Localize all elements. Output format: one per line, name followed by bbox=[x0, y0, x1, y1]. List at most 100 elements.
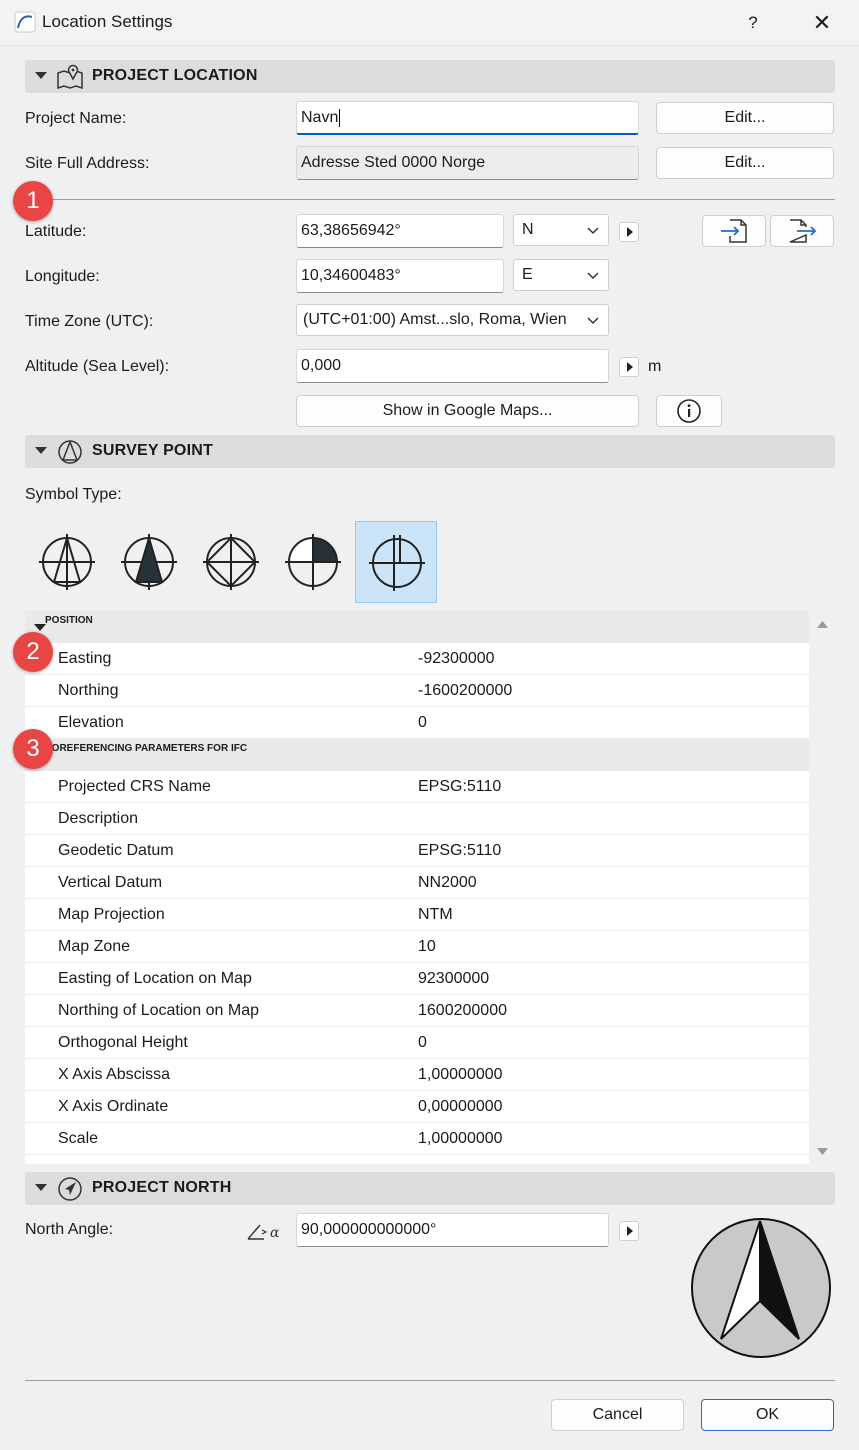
table-row[interactable]: Northing -1600200000 bbox=[25, 675, 809, 707]
text-cursor bbox=[339, 108, 341, 127]
info-icon bbox=[677, 399, 701, 423]
row-value[interactable]: NTM bbox=[418, 899, 453, 931]
import-location-button[interactable] bbox=[702, 215, 766, 247]
site-address-field[interactable]: Adresse Sted 0000 Norge bbox=[296, 146, 639, 180]
row-value[interactable]: 1,00000000 bbox=[418, 1059, 503, 1091]
table-row[interactable]: X Axis Ordinate 0,00000000 bbox=[25, 1091, 809, 1123]
project-name-input[interactable]: Navn bbox=[296, 101, 639, 135]
collapse-triangle-icon[interactable] bbox=[35, 72, 47, 79]
collapse-triangle-icon[interactable] bbox=[35, 1184, 47, 1191]
section-survey-point[interactable]: SURVEY POINT bbox=[25, 435, 835, 468]
group-collapse-icon[interactable] bbox=[34, 624, 46, 631]
row-key: Map Zone bbox=[58, 938, 131, 955]
table-row[interactable]: Elevation 0 bbox=[25, 707, 809, 739]
table-row[interactable]: Geodetic Datum EPSG:5110 bbox=[25, 835, 809, 867]
symbol-type-label: Symbol Type: bbox=[25, 486, 122, 503]
altitude-arrow-button[interactable] bbox=[619, 357, 639, 377]
table-row[interactable]: Scale 1,00000000 bbox=[25, 1123, 809, 1155]
info-button[interactable] bbox=[656, 395, 722, 427]
project-name-value: Navn bbox=[301, 109, 339, 126]
table-row[interactable]: Northing of Location on Map 1600200000 bbox=[25, 995, 809, 1027]
window-title: Location Settings bbox=[42, 12, 173, 31]
row-value[interactable]: -1600200000 bbox=[418, 675, 512, 707]
table-row[interactable]: Vertical Datum NN2000 bbox=[25, 867, 809, 899]
altitude-label: Altitude (Sea Level): bbox=[25, 358, 170, 375]
table-row[interactable]: Map Projection NTM bbox=[25, 899, 809, 931]
timezone-dropdown[interactable]: (UTC+01:00) Amst...slo, Roma, Wien bbox=[296, 304, 609, 336]
north-angle-arrow-button[interactable] bbox=[619, 1221, 639, 1241]
row-value[interactable]: 0,00000000 bbox=[418, 1091, 503, 1123]
altitude-input[interactable]: 0,000 bbox=[296, 349, 609, 383]
survey-properties-table[interactable]: POSITION Easting -92300000 Northing -160… bbox=[25, 611, 809, 1164]
chevron-down-icon bbox=[587, 227, 599, 235]
latitude-direction-dropdown[interactable]: N bbox=[513, 214, 609, 246]
north-angle-label: North Angle: bbox=[25, 1221, 114, 1238]
scroll-up-arrow-icon[interactable] bbox=[816, 619, 829, 629]
row-value[interactable]: 0 bbox=[418, 707, 427, 739]
timezone-value: (UTC+01:00) Amst...slo, Roma, Wien bbox=[303, 311, 567, 328]
row-value[interactable]: -92300000 bbox=[418, 643, 495, 675]
collapse-triangle-icon[interactable] bbox=[35, 447, 47, 454]
survey-symbol-4[interactable] bbox=[272, 521, 354, 603]
divider bbox=[25, 199, 835, 200]
row-key: Scale bbox=[58, 1130, 99, 1147]
table-row[interactable]: Map Zone 10 bbox=[25, 931, 809, 963]
close-button[interactable]: ✕ bbox=[808, 10, 836, 38]
row-value[interactable]: EPSG:5110 bbox=[418, 835, 501, 867]
survey-symbol-2[interactable] bbox=[108, 521, 190, 603]
edit-project-name-button[interactable]: Edit... bbox=[656, 102, 834, 134]
latitude-label: Latitude: bbox=[25, 223, 87, 240]
table-row[interactable]: X Axis Abscissa 1,00000000 bbox=[25, 1059, 809, 1091]
table-row[interactable]: Easting -92300000 bbox=[25, 643, 809, 675]
edit-site-address-button[interactable]: Edit... bbox=[656, 147, 834, 179]
row-value[interactable]: 1,00000000 bbox=[418, 1123, 503, 1155]
row-value[interactable]: 1600200000 bbox=[418, 995, 507, 1027]
north-angle-input[interactable]: 90,000000000000° bbox=[296, 1213, 609, 1247]
project-name-label: Project Name: bbox=[25, 110, 127, 127]
help-button[interactable]: ? bbox=[740, 10, 766, 36]
scroll-down-arrow-icon[interactable] bbox=[816, 1147, 829, 1157]
row-value[interactable]: 10 bbox=[418, 931, 436, 963]
row-value[interactable]: 92300000 bbox=[418, 963, 489, 995]
chevron-down-icon bbox=[587, 317, 599, 325]
ok-button[interactable]: OK bbox=[701, 1399, 834, 1431]
survey-symbol-diamond-icon bbox=[203, 534, 259, 590]
survey-symbol-triangle-filled-icon bbox=[121, 534, 177, 590]
latitude-arrow-button[interactable] bbox=[619, 222, 639, 242]
survey-symbol-5[interactable] bbox=[355, 521, 437, 603]
show-google-maps-button[interactable]: Show in Google Maps... bbox=[296, 395, 639, 427]
row-key: Easting bbox=[58, 650, 112, 667]
longitude-direction-dropdown[interactable]: E bbox=[513, 259, 609, 291]
table-row[interactable]: Projected CRS Name EPSG:5110 bbox=[25, 771, 809, 803]
table-row[interactable]: Orthogonal Height 0 bbox=[25, 1027, 809, 1059]
row-value[interactable]: NN2000 bbox=[418, 867, 477, 899]
cancel-button[interactable]: Cancel bbox=[551, 1399, 684, 1431]
row-value[interactable]: 0 bbox=[418, 1027, 427, 1059]
section-project-location[interactable]: PROJECT LOCATION bbox=[25, 60, 835, 93]
table-row[interactable]: Description bbox=[25, 803, 809, 835]
title-bar: Location Settings ? ✕ bbox=[0, 0, 859, 46]
map-pin-icon bbox=[57, 64, 83, 90]
export-location-button[interactable] bbox=[770, 215, 834, 247]
longitude-direction-value: E bbox=[522, 266, 533, 283]
group-header-position[interactable]: POSITION bbox=[25, 611, 809, 643]
row-key: Orthogonal Height bbox=[58, 1034, 188, 1051]
import-file-icon bbox=[721, 219, 747, 243]
row-key: Geodetic Datum bbox=[58, 842, 174, 859]
longitude-input[interactable]: 10,34600483° bbox=[296, 259, 504, 293]
longitude-label: Longitude: bbox=[25, 268, 100, 285]
table-row[interactable]: Easting of Location on Map 92300000 bbox=[25, 963, 809, 995]
survey-symbol-3[interactable] bbox=[190, 521, 272, 603]
row-key: Northing of Location on Map bbox=[58, 1002, 260, 1019]
survey-symbol-1[interactable] bbox=[26, 521, 108, 603]
section-title: PROJECT LOCATION bbox=[92, 67, 258, 84]
row-value[interactable]: EPSG:5110 bbox=[418, 771, 501, 803]
table-scrollbar[interactable] bbox=[810, 611, 835, 1164]
latitude-input[interactable]: 63,38656942° bbox=[296, 214, 504, 248]
row-key: Elevation bbox=[58, 714, 124, 731]
section-project-north[interactable]: PROJECT NORTH bbox=[25, 1172, 835, 1205]
group-title: EOREFERENCING PARAMETERS FOR IFC bbox=[45, 743, 248, 754]
north-arrow-compass-icon[interactable] bbox=[690, 1217, 832, 1359]
svg-text:α: α bbox=[270, 1225, 280, 1241]
group-header-ifc[interactable]: EOREFERENCING PARAMETERS FOR IFC bbox=[25, 739, 809, 771]
